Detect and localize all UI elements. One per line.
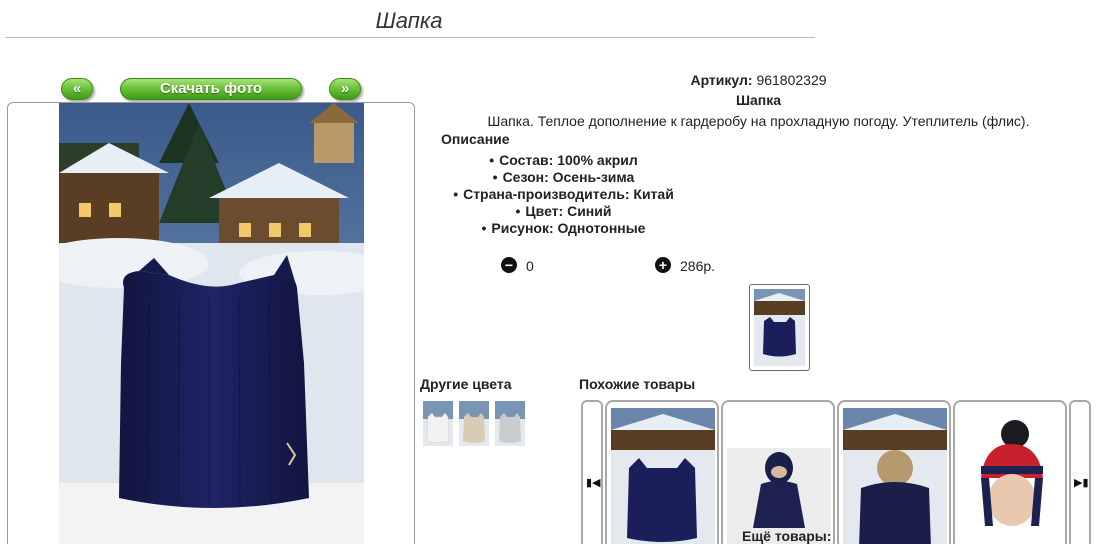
price-value: 286р. xyxy=(680,258,716,274)
similar-product-card[interactable] xyxy=(837,400,951,544)
similar-product-card[interactable] xyxy=(721,400,835,544)
color-swatch-gray[interactable] xyxy=(495,401,525,446)
skip-previous-icon: ▮◀ xyxy=(586,477,601,489)
similar-products-title: Похожие товары xyxy=(579,376,696,392)
feature-item: Страна-производитель: Китай xyxy=(435,186,692,203)
color-swatch-white[interactable] xyxy=(423,401,453,446)
article-line: Артикул: 961802329 xyxy=(420,72,1097,88)
similar-product-image xyxy=(959,408,1063,544)
similar-product-image xyxy=(843,408,947,544)
similar-product-card[interactable] xyxy=(605,400,719,544)
article-label: Артикул: xyxy=(690,72,753,88)
product-photo[interactable] xyxy=(59,103,364,544)
feature-item: Цвет: Синий xyxy=(435,203,692,220)
prev-photo-button[interactable]: « xyxy=(61,78,93,100)
article-value: 961802329 xyxy=(756,72,827,88)
quantity-value: 0 xyxy=(526,258,534,274)
feature-item: Рисунок: Однотонные xyxy=(435,220,692,237)
product-description: Шапка. Теплое дополнение к гардеробу на … xyxy=(487,113,1030,129)
description-heading: Описание xyxy=(441,131,510,147)
feature-item: Сезон: Осень-зима xyxy=(435,169,692,186)
similar-product-image xyxy=(727,408,831,544)
similar-product-card[interactable] xyxy=(953,400,1067,544)
main-photo-frame xyxy=(7,102,415,544)
minus-circle-icon[interactable]: − xyxy=(501,257,517,273)
similar-product-image xyxy=(611,408,715,544)
product-name: Шапка xyxy=(735,92,782,108)
download-photo-button[interactable]: Скачать фото xyxy=(120,78,302,100)
plus-circle-icon[interactable]: + xyxy=(655,257,671,273)
feature-item: Состав: 100% акрил xyxy=(435,152,692,169)
photo-thumbnail[interactable] xyxy=(749,284,810,371)
color-swatch-beige[interactable] xyxy=(459,401,489,446)
carousel-next-button[interactable]: ▶▮ xyxy=(1069,400,1091,544)
more-products-title: Ещё товары: xyxy=(742,528,832,544)
thumbnail-image xyxy=(754,289,805,366)
other-colors-title: Другие цвета xyxy=(420,376,512,392)
next-photo-button[interactable]: » xyxy=(329,78,361,100)
skip-next-icon: ▶▮ xyxy=(1074,477,1089,489)
feature-list: Состав: 100% акрил Сезон: Осень-зима Стр… xyxy=(435,152,692,237)
carousel-prev-button[interactable]: ▮◀ xyxy=(581,400,603,544)
page-title: Шапка xyxy=(375,8,443,33)
title-divider xyxy=(5,37,815,38)
